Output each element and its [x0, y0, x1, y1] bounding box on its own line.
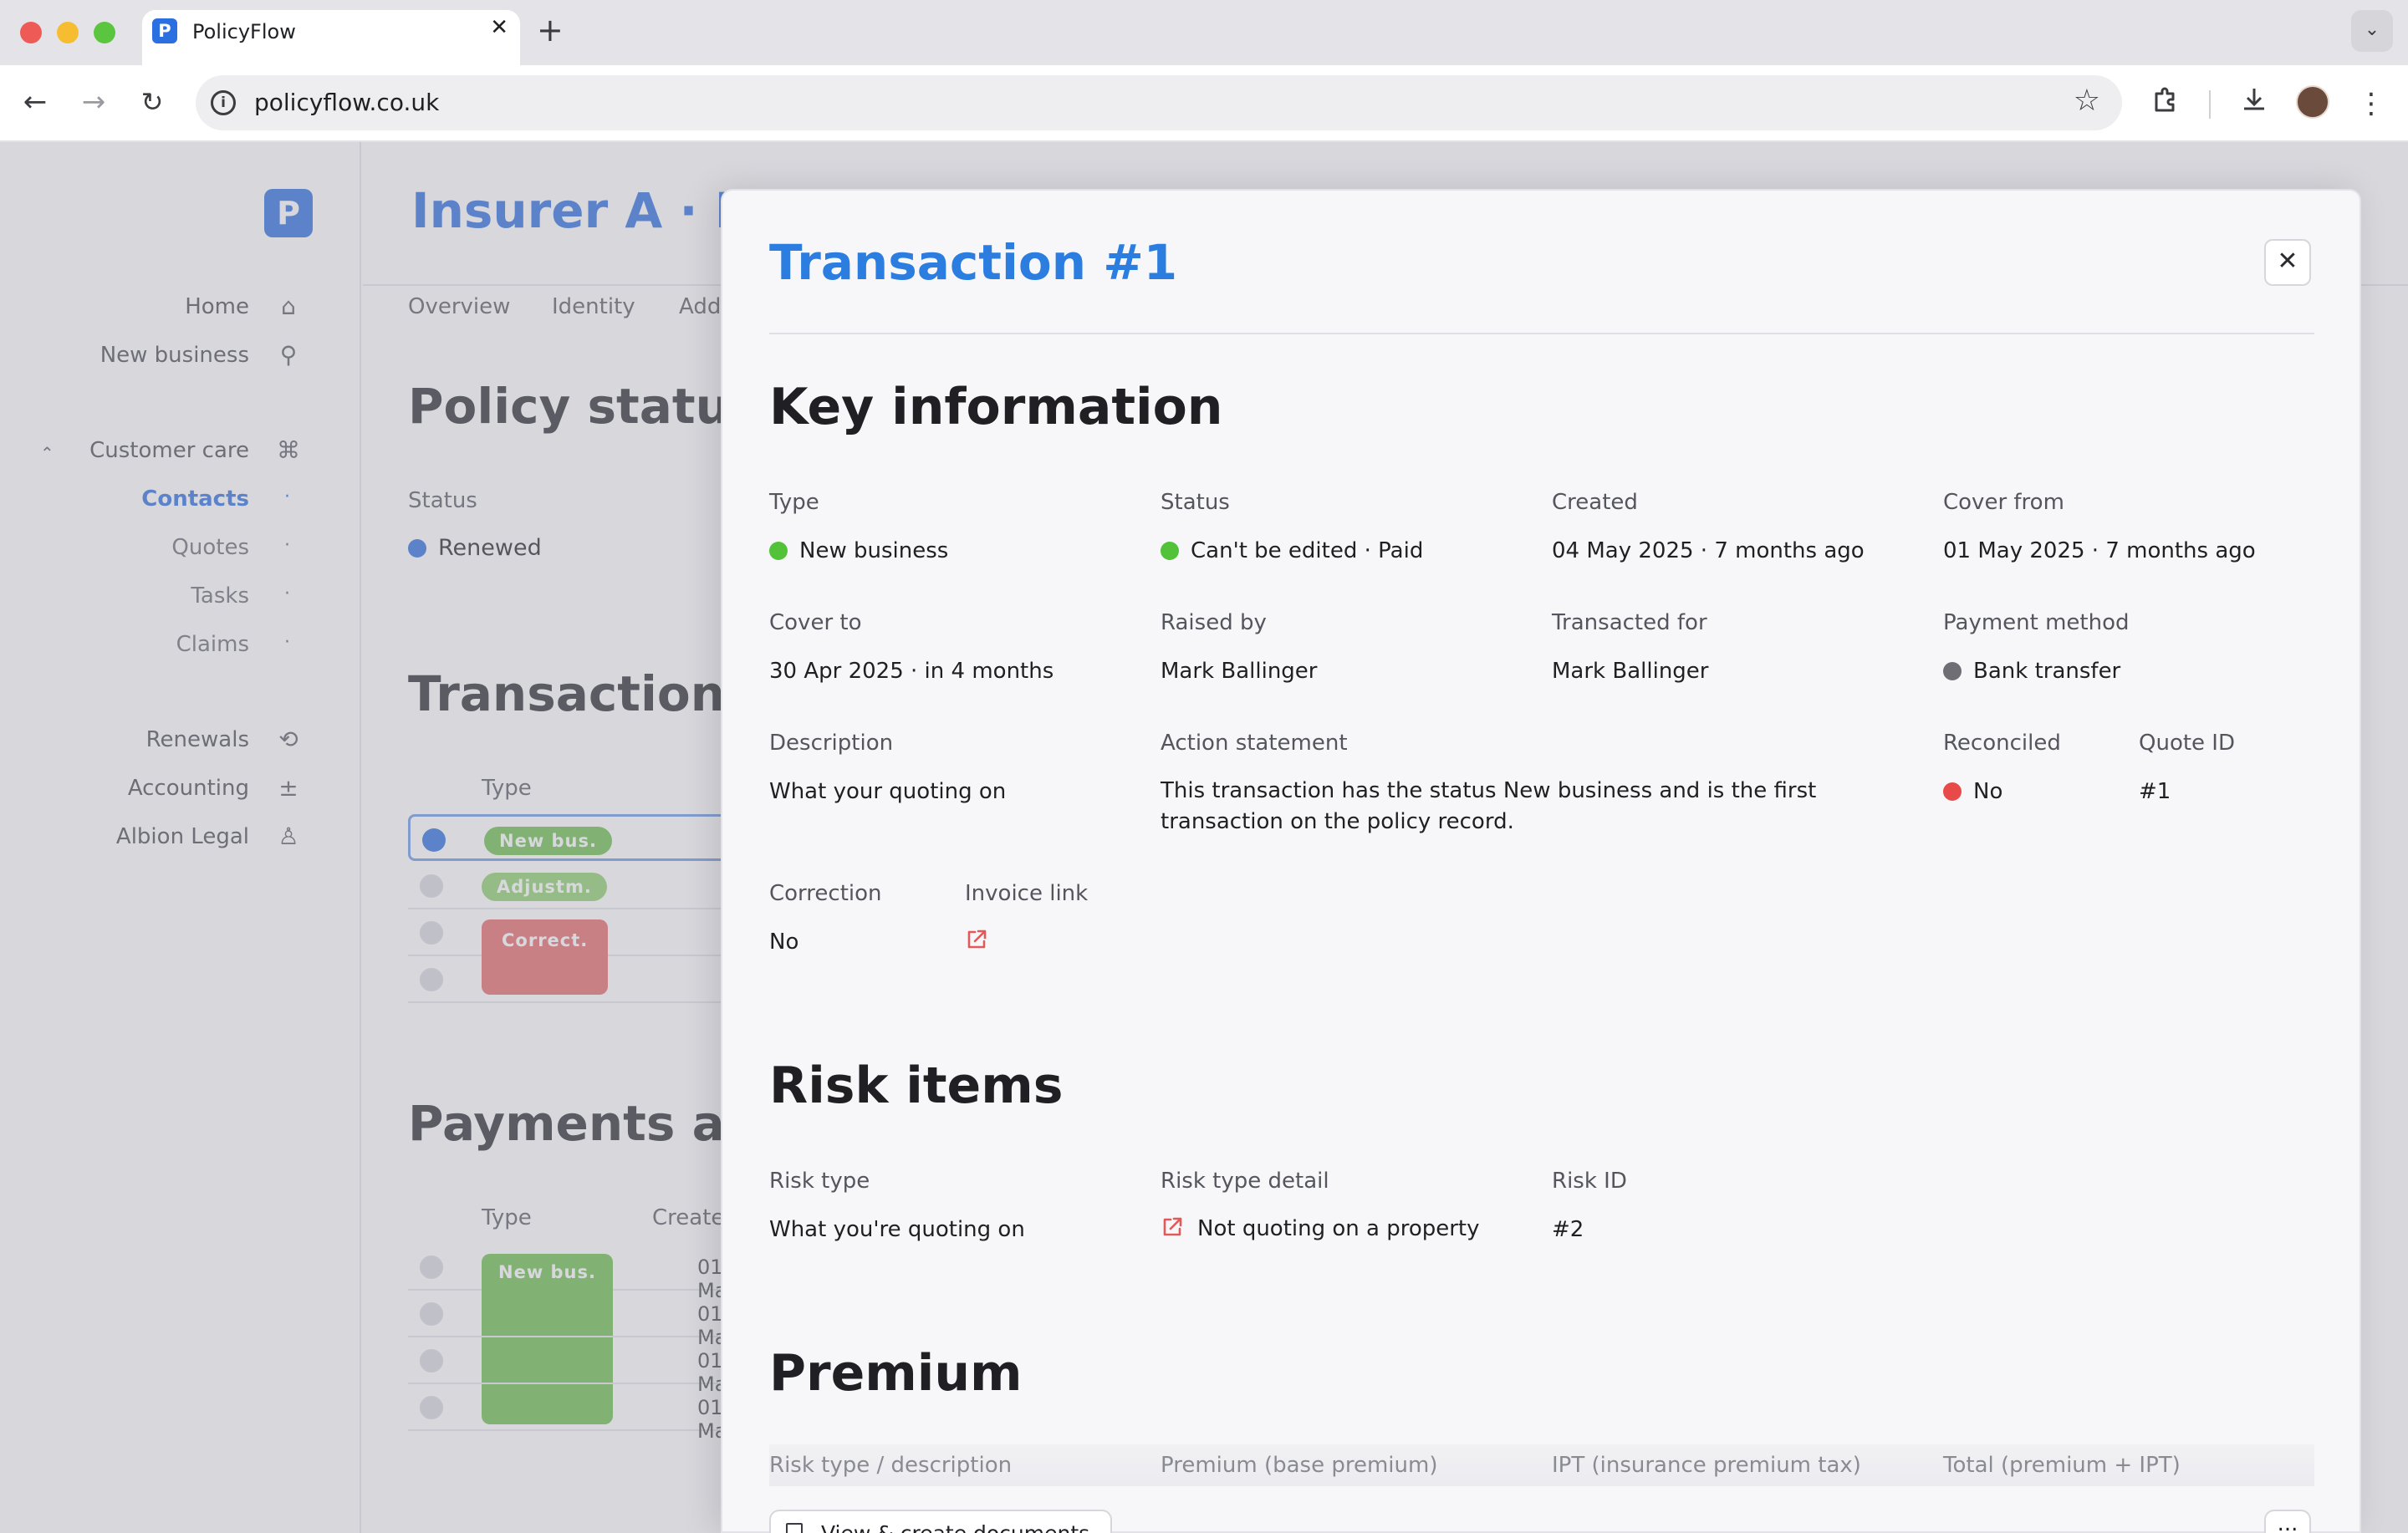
tab-title: PolicyFlow [192, 20, 296, 43]
correction-value: No [769, 929, 799, 955]
cover-to-label: Cover to [769, 610, 862, 635]
action-statement-value: This transaction has the status New busi… [1161, 778, 1817, 834]
document-icon [786, 1523, 803, 1533]
risk-type-detail-label: Risk type detail [1161, 1169, 1329, 1194]
extensions-icon[interactable] [2147, 85, 2184, 122]
view-create-documents-button[interactable]: View & create documents [769, 1510, 1112, 1533]
premium-col-ipt: IPT (insurance premium tax) [1552, 1453, 1861, 1478]
status-value: Can't be edited · Paid [1161, 538, 1423, 563]
raised-by-value: Mark Ballinger [1161, 659, 1318, 684]
premium-col-risk-type: Risk type / description [769, 1453, 1013, 1478]
documents-button-label: View & create documents [821, 1521, 1089, 1533]
quote-id-value[interactable]: #1 [2139, 779, 2171, 804]
transaction-modal: Transaction #1 ✕ Key information Type Ne… [721, 189, 2361, 1533]
forward-icon[interactable]: → [75, 84, 112, 120]
reload-icon[interactable]: ↻ [134, 84, 171, 120]
payment-method-label: Payment method [1943, 610, 2130, 635]
risk-type-detail-link[interactable]: Not quoting on a property [1161, 1215, 1480, 1241]
browser-tab[interactable]: P PolicyFlow ✕ [142, 10, 520, 65]
more-options-button[interactable]: ... [2264, 1510, 2311, 1533]
risk-type-value: What you're quoting on [769, 1217, 1025, 1242]
risk-type-label: Risk type [769, 1169, 870, 1194]
site-info-icon[interactable]: i [211, 90, 236, 115]
premium-col-total: Total (premium + IPT) [1943, 1453, 2181, 1478]
modal-title: Transaction #1 [769, 234, 1178, 291]
browser-toolbar: ← → ↻ i policyflow.co.uk ☆ ⋮ [0, 65, 2408, 142]
toolbar-separator [2209, 90, 2211, 119]
payment-method-text: Bank transfer [1973, 659, 2121, 684]
type-value: New business [769, 538, 948, 563]
premium-col-base: Premium (base premium) [1161, 1453, 1438, 1478]
premium-heading: Premium [769, 1344, 1023, 1403]
cover-to-value: 30 Apr 2025 · in 4 months [769, 659, 1054, 684]
back-icon[interactable]: ← [17, 84, 54, 120]
close-button[interactable]: ✕ [2264, 239, 2311, 286]
description-label: Description [769, 731, 894, 756]
status-dot [1161, 542, 1179, 560]
reconciled-value: No [1943, 779, 2002, 804]
transacted-for-value: Mark Ballinger [1552, 659, 1709, 684]
external-link-icon [1163, 1217, 1182, 1236]
favicon: P [152, 18, 177, 43]
type-label: Type [769, 490, 819, 515]
raised-by-label: Raised by [1161, 610, 1267, 635]
external-link-icon[interactable] [965, 928, 988, 951]
description-value: What your quoting on [769, 779, 1007, 804]
type-value-text: New business [799, 538, 949, 563]
invoice-link-label: Invoice link [965, 881, 1089, 906]
risk-items-heading: Risk items [769, 1057, 1064, 1115]
window-minimize-button[interactable] [57, 22, 79, 43]
risk-id-value: #2 [1552, 1217, 1584, 1242]
premium-table-header: Risk type / description Premium (base pr… [769, 1444, 2314, 1486]
new-tab-icon[interactable]: + [537, 12, 564, 48]
status-value-text: Can't be edited · Paid [1191, 538, 1424, 563]
profile-avatar[interactable] [2296, 85, 2329, 119]
action-statement-label: Action statement [1161, 731, 1348, 756]
bookmark-star-icon[interactable]: ☆ [2074, 84, 2100, 118]
risk-id-label: Risk ID [1552, 1169, 1627, 1194]
transacted-for-label: Transacted for [1552, 610, 1707, 635]
reconciled-value-text: No [1973, 779, 2003, 804]
tab-search-chevron-icon[interactable]: ⌄ [2351, 10, 2393, 52]
tab-close-icon[interactable]: ✕ [490, 15, 508, 40]
key-information-heading: Key information [769, 378, 1223, 436]
close-icon: ✕ [2277, 247, 2298, 276]
risk-type-detail-text: Not quoting on a property [1197, 1216, 1480, 1241]
invoice-link[interactable] [965, 928, 1002, 954]
window-zoom-button[interactable] [94, 22, 115, 43]
download-icon[interactable] [2236, 85, 2273, 122]
status-label: Status [1161, 490, 1230, 515]
created-value: 04 May 2025 · 7 months ago [1552, 538, 1865, 563]
reconciled-label: Reconciled [1943, 731, 2061, 756]
quote-id-label: Quote ID [2139, 731, 2235, 756]
payment-method-dot [1943, 662, 1962, 680]
more-menu-icon[interactable]: ⋮ [2353, 85, 2390, 122]
modal-divider [769, 333, 2314, 334]
type-dot [769, 542, 788, 560]
address-bar[interactable]: i policyflow.co.uk ☆ [196, 75, 2122, 130]
browser-tab-bar: P PolicyFlow ✕ + ⌄ [0, 0, 2408, 65]
correction-label: Correction [769, 881, 882, 906]
cover-from-label: Cover from [1943, 490, 2064, 515]
payment-method-value: Bank transfer [1943, 659, 2120, 684]
cover-from-value: 01 May 2025 · 7 months ago [1943, 538, 2256, 563]
reconciled-dot [1943, 782, 1962, 801]
window-close-button[interactable] [20, 22, 42, 43]
created-label: Created [1552, 490, 1638, 515]
url-text[interactable]: policyflow.co.uk [254, 89, 439, 116]
